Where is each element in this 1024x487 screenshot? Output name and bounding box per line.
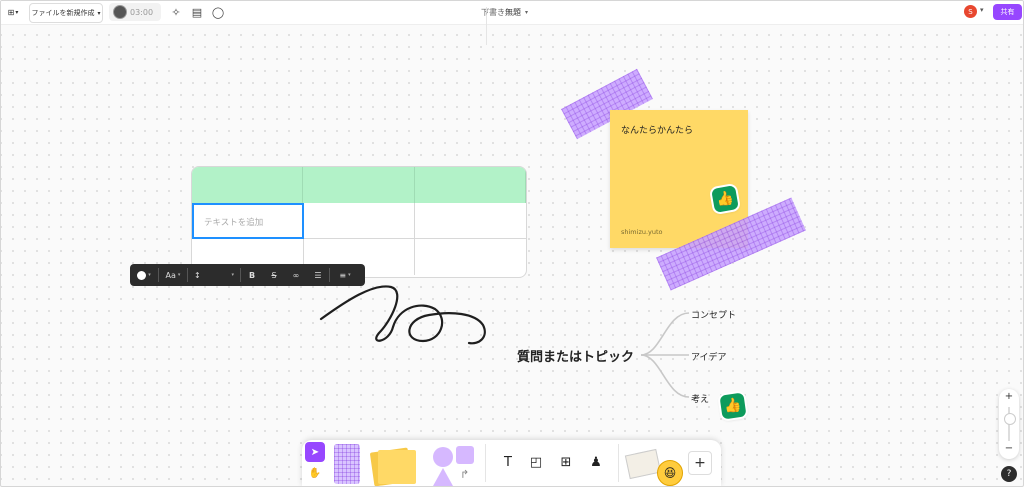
text-tool-button[interactable]: T xyxy=(498,452,518,472)
hand-icon: ✋ xyxy=(308,467,322,479)
table-tool-icon: ⊞ xyxy=(560,454,572,470)
divider xyxy=(485,444,486,482)
select-tool-button[interactable]: ➤ xyxy=(305,442,325,462)
pen-stroke xyxy=(319,285,486,345)
shape-tool-square[interactable] xyxy=(456,446,474,464)
sticky-author: shimizu.yuto xyxy=(621,228,663,236)
zoom-in-button[interactable]: + xyxy=(999,391,1019,402)
mindmap-connector xyxy=(640,312,690,356)
sticky-text: なんたらかんたら xyxy=(621,126,694,136)
thumbs-up-icon[interactable]: 👍 xyxy=(719,392,747,420)
cursor-icon: ➤ xyxy=(310,446,320,458)
mindmap-branch[interactable]: コンセプト xyxy=(691,308,736,321)
zoom-control: + − xyxy=(999,389,1019,459)
shape-tool-circle[interactable] xyxy=(433,447,453,467)
text-tool-icon: T xyxy=(504,454,512,470)
divider xyxy=(618,444,619,482)
connector-tool-icon[interactable]: ↱ xyxy=(460,468,469,481)
hand-tool-button[interactable]: ✋ xyxy=(305,463,325,483)
mindmap-branch[interactable]: 考え xyxy=(691,392,709,405)
stamp-tool-icon: ♟ xyxy=(590,454,602,470)
canvas[interactable]: ⊞ ▾ ファイルを新規作成 ▾ 03:00 ✧ ▤ ◯ 下書き / 無題 ▾ S … xyxy=(0,0,1024,487)
thumbs-up-icon[interactable]: 👍 xyxy=(711,185,739,213)
widget-palette-icon[interactable] xyxy=(624,448,662,480)
zoom-out-button[interactable]: − xyxy=(999,443,1019,454)
help-button[interactable]: ? xyxy=(1001,466,1017,482)
bottom-toolbar: ➤ ✋ ↱ T ◰ ⊞ ♟ 😆 + xyxy=(302,440,721,486)
more-tools-button[interactable]: + xyxy=(688,451,712,475)
table-tool-button[interactable]: ⊞ xyxy=(556,452,576,472)
stamp-tool-button[interactable]: ♟ xyxy=(586,452,606,472)
laughing-emoji-icon[interactable]: 😆 xyxy=(657,460,683,486)
freehand-drawing[interactable] xyxy=(1,1,1023,486)
mindmap-connector xyxy=(640,354,690,398)
shape-tool-triangle[interactable] xyxy=(433,468,453,486)
sticky-tool-button[interactable] xyxy=(378,450,416,484)
marker-tool-button[interactable] xyxy=(334,444,360,484)
section-tool-button[interactable]: ◰ xyxy=(526,452,546,472)
mindmap-branch[interactable]: アイデア xyxy=(691,350,727,363)
mindmap-topic[interactable]: 質問またはトピック xyxy=(517,346,634,365)
zoom-slider-handle[interactable] xyxy=(1004,413,1016,425)
section-tool-icon: ◰ xyxy=(529,454,543,470)
